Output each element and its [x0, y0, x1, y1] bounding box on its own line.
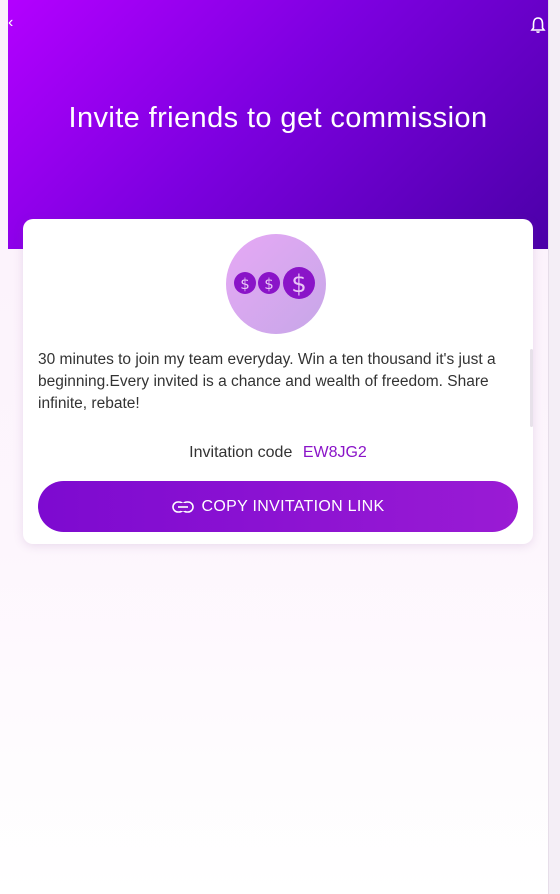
- dollar-coins-icon: $ $ $: [234, 267, 315, 299]
- svg-text:$: $: [291, 270, 306, 298]
- scrollbar-track[interactable]: [548, 0, 560, 894]
- description-scroll[interactable]: 30 minutes to join my team everyday. Win…: [38, 349, 533, 429]
- invite-page: ‹ Invite friends to get commission $ $ $…: [0, 0, 560, 894]
- page-title: Invite friends to get commission: [68, 102, 488, 134]
- avatar: $ $ $: [226, 234, 326, 334]
- hero-banner: ‹ Invite friends to get commission: [8, 0, 548, 249]
- invitation-code-value: EW8JG2: [302, 444, 367, 461]
- copy-invitation-link-button[interactable]: COPY INVITATION LINK: [38, 481, 518, 532]
- svg-text:$: $: [240, 275, 250, 293]
- invitation-code-label: Invitation code: [189, 444, 293, 461]
- chevron-left-icon[interactable]: ‹: [8, 14, 18, 32]
- svg-text:$: $: [264, 275, 274, 293]
- invite-description: 30 minutes to join my team everyday. Win…: [38, 351, 496, 412]
- invite-card: $ $ $ 30 minutes to join my team everyda…: [23, 219, 533, 544]
- link-icon: [171, 500, 194, 513]
- invitation-code-row: Invitation code EW8JG2: [23, 444, 533, 462]
- scrollbar-thumb[interactable]: [530, 349, 533, 427]
- copy-button-label: COPY INVITATION LINK: [201, 497, 385, 515]
- bell-icon[interactable]: [530, 16, 546, 34]
